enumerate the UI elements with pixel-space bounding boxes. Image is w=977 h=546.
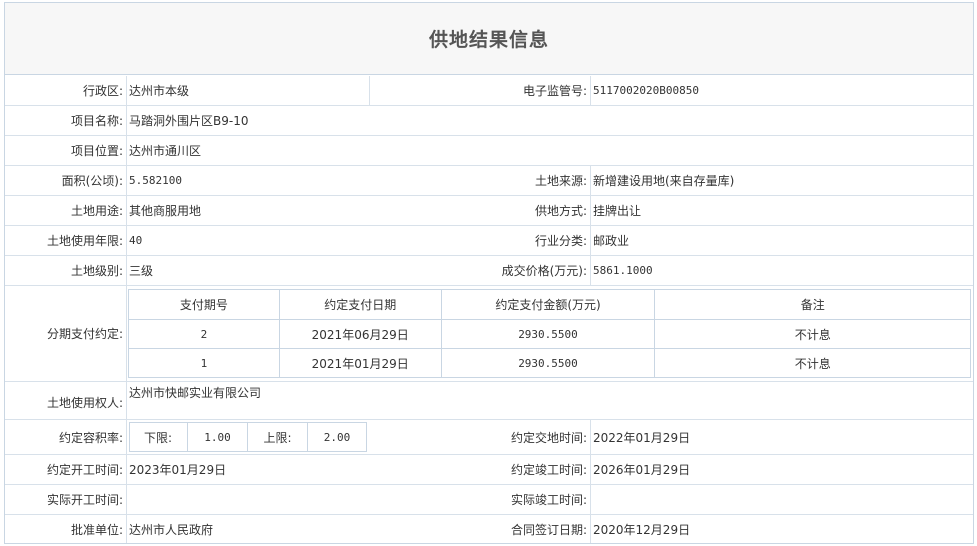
row-land-user: 土地使用权人: 达州市快邮实业有限公司 xyxy=(5,382,973,420)
col-period: 支付期号 xyxy=(128,289,280,320)
project-location-label: 项目位置: xyxy=(70,144,123,158)
handover-label: 约定交地时间: xyxy=(510,430,587,445)
handover-value: 2022年01月29日 xyxy=(593,430,691,445)
col-pay-date: 约定支付日期 xyxy=(278,289,442,320)
page-title: 供地结果信息 xyxy=(428,29,549,51)
planned-start-value: 2023年01月29日 xyxy=(129,463,227,477)
installment-header-row: 支付期号 约定支付日期 约定支付金额(万元) 备注 xyxy=(128,289,971,320)
row-planned-start: 约定开工时间: 2023年01月29日 约定竣工时间: 2026年01月29日 xyxy=(5,455,973,485)
actual-start-label: 实际开工时间: xyxy=(46,493,123,507)
actual-start-value xyxy=(127,485,367,514)
table-row: 1 2021年01月29日 2930.5500 不计息 xyxy=(128,348,971,378)
planned-finish-label: 约定竣工时间: xyxy=(510,463,587,477)
remark-cell: 不计息 xyxy=(654,348,971,378)
pay-amount-cell: 2930.5500 xyxy=(440,319,656,349)
far-upper-label: 上限: xyxy=(248,423,308,451)
district-label: 行政区: xyxy=(82,84,123,98)
land-supply-result-panel: 供地结果信息 行政区: 达州市本级 电子监管号: 5117002020B0085… xyxy=(4,2,974,544)
land-source-label: 土地来源: xyxy=(534,174,587,188)
title-bar: 供地结果信息 xyxy=(5,3,973,75)
pay-amount-cell: 2930.5500 xyxy=(440,348,656,378)
project-location-value: 达州市通川区 xyxy=(129,144,202,158)
district-value: 达州市本级 xyxy=(129,84,190,98)
land-user-value: 达州市快邮实业有限公司 xyxy=(129,386,262,400)
land-use-label: 土地用途: xyxy=(70,204,123,218)
actual-finish-label: 实际竣工时间: xyxy=(510,493,587,507)
far-upper-value: 2.00 xyxy=(323,430,351,444)
installment-label: 分期支付约定: xyxy=(46,327,123,341)
supply-method-label: 供地方式: xyxy=(534,204,587,218)
col-remark: 备注 xyxy=(654,289,971,320)
pay-date-cell: 2021年01月29日 xyxy=(278,348,442,378)
area-label: 面积(公顷): xyxy=(61,174,123,188)
row-land-use: 土地用途: 其他商服用地 供地方式: 挂牌出让 xyxy=(5,196,973,226)
row-area: 面积(公顷): 5.582100 土地来源: 新增建设用地(来自存量库) xyxy=(5,166,973,196)
far-range-box: 下限: 1.00 上限: 2.00 xyxy=(129,422,367,452)
row-district: 行政区: 达州市本级 电子监管号: 5117002020B00850 xyxy=(5,76,973,106)
planned-finish-value: 2026年01月29日 xyxy=(593,463,691,477)
supply-method-value: 挂牌出让 xyxy=(593,204,642,218)
land-term-label: 土地使用年限: xyxy=(46,234,123,248)
approver-value: 达州市人民政府 xyxy=(129,522,214,537)
land-user-label: 土地使用权人: xyxy=(46,396,123,410)
row-installments: 分期支付约定: 支付期号 约定支付日期 约定支付金额(万元) 备注 2 2021… xyxy=(5,286,973,382)
row-land-grade: 土地级别: 三级 成交价格(万元): 5861.1000 xyxy=(5,256,973,286)
contract-date-label: 合同签订日期: xyxy=(510,522,587,537)
price-value: 5861.1000 xyxy=(593,264,653,277)
industry-label: 行业分类: xyxy=(534,234,587,248)
land-grade-value: 三级 xyxy=(129,264,154,278)
land-source-value: 新增建设用地(来自存量库) xyxy=(593,174,735,188)
supervision-no-label: 电子监管号: xyxy=(522,84,587,98)
actual-finish-value xyxy=(591,485,971,514)
contract-date-value: 2020年12月29日 xyxy=(593,522,691,537)
project-name-label: 项目名称: xyxy=(70,114,123,128)
far-label: 约定容积率: xyxy=(58,430,123,445)
planned-start-label: 约定开工时间: xyxy=(46,463,123,477)
row-project-name: 项目名称: 马踏洞外围片区B9-10 xyxy=(5,106,973,136)
far-lower-label: 下限: xyxy=(130,423,188,451)
row-land-term: 土地使用年限: 40 行业分类: 邮政业 xyxy=(5,226,973,256)
far-lower-value: 1.00 xyxy=(188,423,248,451)
supervision-no-value: 5117002020B00850 xyxy=(593,84,699,97)
approver-label: 批准单位: xyxy=(70,522,123,537)
row-project-location: 项目位置: 达州市通川区 xyxy=(5,136,973,166)
land-grade-label: 土地级别: xyxy=(70,264,123,278)
land-term-value: 40 xyxy=(129,234,143,247)
row-far: 约定容积率: 下限: 1.00 上限: 2.00 约定交地时间: 2022年01… xyxy=(5,420,973,455)
row-approver: 批准单位: 达州市人民政府 合同签订日期: 2020年12月29日 xyxy=(5,515,973,543)
project-name-value: 马踏洞外围片区B9-10 xyxy=(129,114,249,128)
land-use-value: 其他商服用地 xyxy=(129,204,202,218)
installment-table: 支付期号 约定支付日期 约定支付金额(万元) 备注 2 2021年06月29日 … xyxy=(128,289,971,378)
period-cell: 2 xyxy=(128,319,280,349)
table-row: 2 2021年06月29日 2930.5500 不计息 xyxy=(128,319,971,349)
col-pay-amount: 约定支付金额(万元) xyxy=(440,289,656,320)
row-actual-start: 实际开工时间: 实际竣工时间: xyxy=(5,485,973,515)
remark-cell: 不计息 xyxy=(654,319,971,349)
industry-value: 邮政业 xyxy=(593,234,630,248)
price-label: 成交价格(万元): xyxy=(501,264,587,278)
pay-date-cell: 2021年06月29日 xyxy=(278,319,442,349)
period-cell: 1 xyxy=(128,348,280,378)
